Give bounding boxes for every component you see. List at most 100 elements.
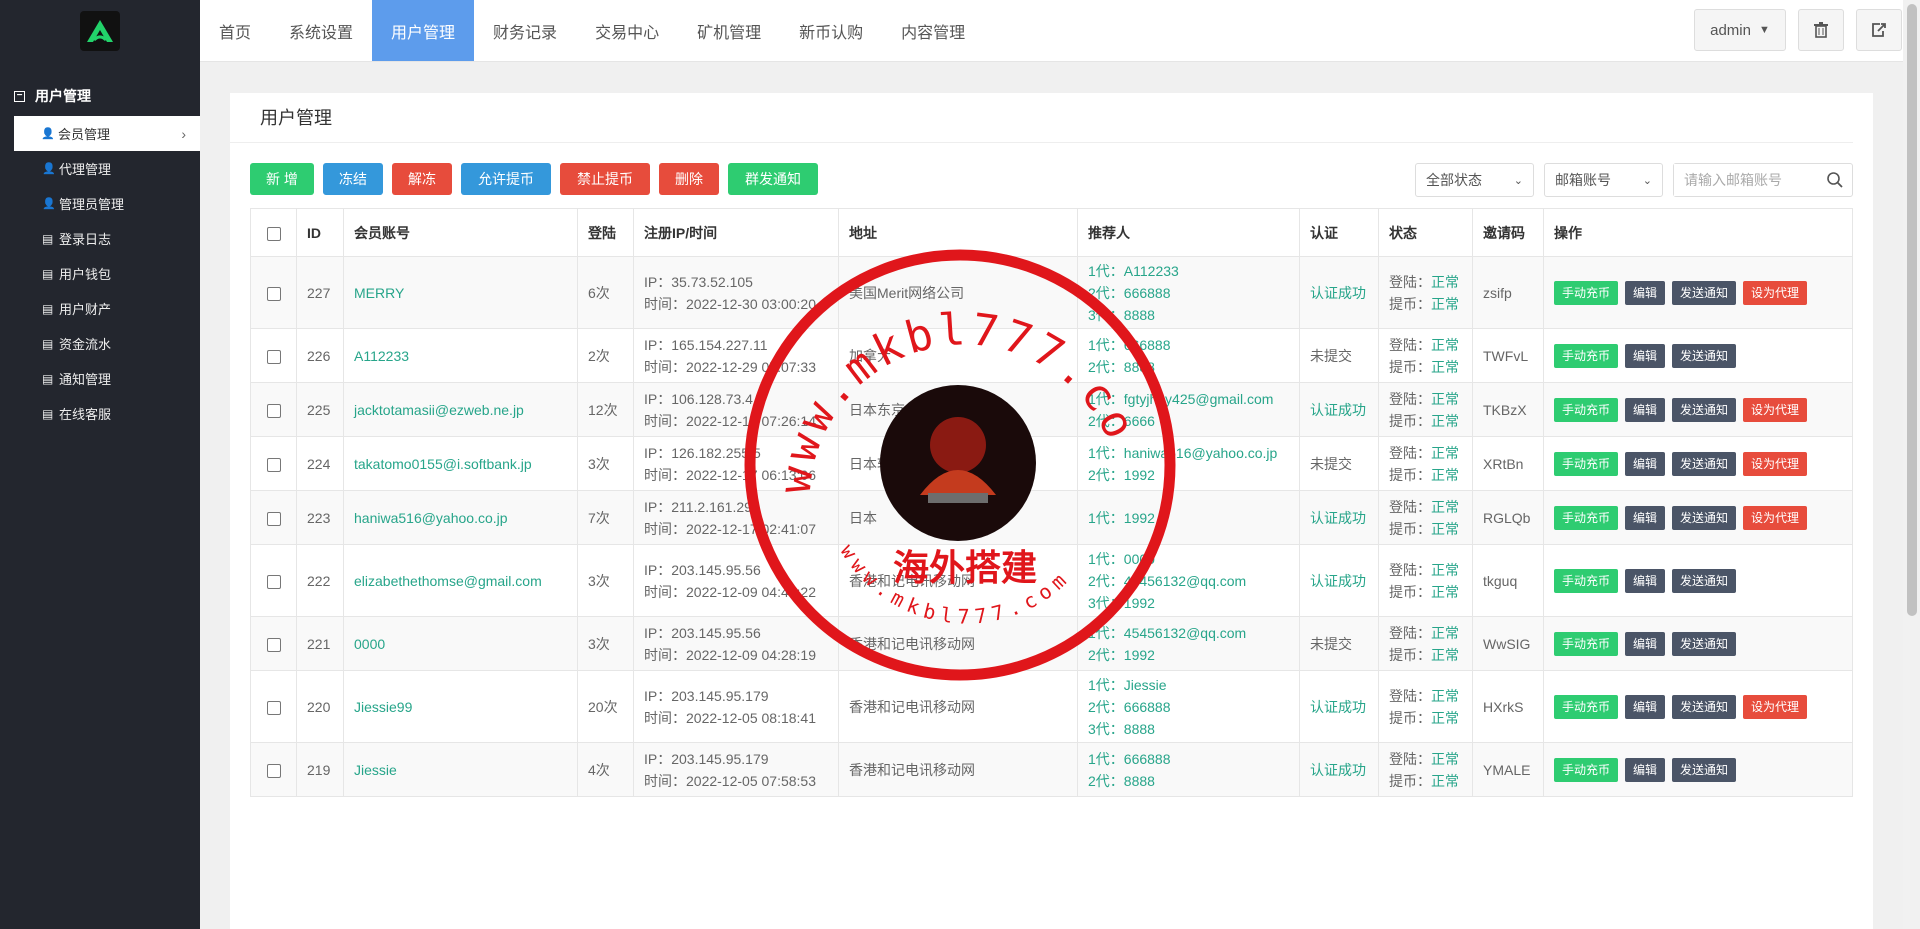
- row-checkbox[interactable]: [266, 763, 281, 778]
- referrer-line[interactable]: 1代：666888: [1088, 748, 1289, 770]
- clear-cache-button[interactable]: [1798, 9, 1844, 51]
- account-link[interactable]: jacktotamasii@ezweb.ne.jp: [354, 402, 524, 418]
- edit-button[interactable]: 编辑: [1625, 397, 1666, 422]
- account-link[interactable]: Jiessie: [354, 762, 397, 778]
- select-all-checkbox[interactable]: [266, 226, 281, 241]
- sidebar-item-5[interactable]: ▤ 用户财产: [0, 291, 200, 326]
- set-agent-button[interactable]: 设为代理: [1743, 280, 1808, 305]
- account-link[interactable]: haniwa516@yahoo.co.jp: [354, 510, 508, 526]
- account-link[interactable]: 0000: [354, 636, 385, 652]
- manual-recharge-button[interactable]: 手动充币: [1554, 397, 1619, 422]
- edit-button[interactable]: 编辑: [1625, 280, 1666, 305]
- send-notice-button[interactable]: 发送通知: [1672, 397, 1737, 422]
- account-link[interactable]: takatomo0155@i.softbank.jp: [354, 456, 532, 472]
- mass-notify-button[interactable]: 群发通知: [728, 163, 818, 195]
- app-logo[interactable]: [80, 11, 120, 51]
- menu-group-title[interactable]: − 用户管理: [0, 84, 200, 108]
- scrollbar-thumb[interactable]: [1907, 4, 1917, 616]
- set-agent-button[interactable]: 设为代理: [1743, 694, 1808, 719]
- account-link[interactable]: MERRY: [354, 285, 404, 301]
- send-notice-button[interactable]: 发送通知: [1672, 505, 1737, 530]
- delete-button[interactable]: 删除: [659, 163, 719, 195]
- referrer-line[interactable]: 2代：1992: [1088, 644, 1289, 666]
- send-notice-button[interactable]: 发送通知: [1672, 280, 1737, 305]
- referrer-line[interactable]: 2代：8888: [1088, 770, 1289, 792]
- manual-recharge-button[interactable]: 手动充币: [1554, 694, 1619, 719]
- referrer-line[interactable]: 1代：0000: [1088, 548, 1289, 570]
- referrer-line[interactable]: 1代：haniwa516@yahoo.co.jp: [1088, 442, 1289, 464]
- send-notice-button[interactable]: 发送通知: [1672, 631, 1737, 656]
- referrer-line[interactable]: 1代：45456132@qq.com: [1088, 622, 1289, 644]
- send-notice-button[interactable]: 发送通知: [1672, 343, 1737, 368]
- manual-recharge-button[interactable]: 手动充币: [1554, 631, 1619, 656]
- referrer-line[interactable]: 2代：45456132@qq.com: [1088, 570, 1289, 592]
- referrer-line[interactable]: 1代：fgtyjhuy425@gmail.com: [1088, 388, 1289, 410]
- sidebar-item-6[interactable]: ▤ 资金流水: [0, 326, 200, 361]
- allow-withdraw-button[interactable]: 允许提币: [461, 163, 551, 195]
- referrer-line[interactable]: 3代：8888: [1088, 718, 1289, 740]
- nav-item-1[interactable]: 系统设置: [270, 0, 372, 61]
- send-notice-button[interactable]: 发送通知: [1672, 568, 1737, 593]
- referrer-line[interactable]: 2代：6666: [1088, 410, 1289, 432]
- referrer-line[interactable]: 2代：666888: [1088, 282, 1289, 304]
- admin-dropdown[interactable]: admin ▼: [1694, 9, 1786, 51]
- manual-recharge-button[interactable]: 手动充币: [1554, 757, 1619, 782]
- set-agent-button[interactable]: 设为代理: [1743, 397, 1808, 422]
- sidebar-item-7[interactable]: ▤ 通知管理: [0, 361, 200, 396]
- edit-button[interactable]: 编辑: [1625, 631, 1666, 656]
- status-select[interactable]: 全部状态 ⌄: [1415, 163, 1534, 197]
- sidebar-item-3[interactable]: ▤ 登录日志: [0, 221, 200, 256]
- manual-recharge-button[interactable]: 手动充币: [1554, 280, 1619, 305]
- edit-button[interactable]: 编辑: [1625, 757, 1666, 782]
- sidebar-item-1[interactable]: 👤 代理管理: [0, 151, 200, 186]
- edit-button[interactable]: 编辑: [1625, 451, 1666, 476]
- sidebar-item-2[interactable]: 👤 管理员管理: [0, 186, 200, 221]
- referrer-line[interactable]: 2代：1992: [1088, 464, 1289, 486]
- referrer-line[interactable]: 2代：666888: [1088, 696, 1289, 718]
- row-checkbox[interactable]: [266, 286, 281, 301]
- referrer-line[interactable]: 2代：8888: [1088, 356, 1289, 378]
- nav-item-4[interactable]: 交易中心: [576, 0, 678, 61]
- referrer-line[interactable]: 3代：1992: [1088, 592, 1289, 614]
- edit-button[interactable]: 编辑: [1625, 505, 1666, 530]
- freeze-button[interactable]: 冻结: [323, 163, 383, 195]
- sidebar-item-8[interactable]: ▤ 在线客服: [0, 396, 200, 431]
- row-checkbox[interactable]: [266, 700, 281, 715]
- sidebar-item-0[interactable]: 👤 会员管理 ›: [14, 116, 200, 151]
- nav-item-7[interactable]: 内容管理: [882, 0, 984, 61]
- row-checkbox[interactable]: [266, 403, 281, 418]
- nav-item-6[interactable]: 新币认购: [780, 0, 882, 61]
- edit-button[interactable]: 编辑: [1625, 694, 1666, 719]
- account-link[interactable]: Jiessie99: [354, 699, 412, 715]
- vertical-scrollbar[interactable]: [1903, 0, 1920, 929]
- unfreeze-button[interactable]: 解冻: [392, 163, 452, 195]
- search-input[interactable]: [1674, 164, 1814, 196]
- referrer-line[interactable]: 1代：A112233: [1088, 260, 1289, 282]
- row-checkbox[interactable]: [266, 574, 281, 589]
- logout-button[interactable]: [1856, 9, 1902, 51]
- nav-item-0[interactable]: 首页: [200, 0, 270, 61]
- row-checkbox[interactable]: [266, 349, 281, 364]
- set-agent-button[interactable]: 设为代理: [1743, 451, 1808, 476]
- manual-recharge-button[interactable]: 手动充币: [1554, 343, 1619, 368]
- nav-item-2[interactable]: 用户管理: [372, 0, 475, 61]
- send-notice-button[interactable]: 发送通知: [1672, 451, 1737, 476]
- send-notice-button[interactable]: 发送通知: [1672, 757, 1737, 782]
- manual-recharge-button[interactable]: 手动充币: [1554, 451, 1619, 476]
- account-link[interactable]: elizabethethomse@gmail.com: [354, 573, 542, 589]
- row-checkbox[interactable]: [266, 511, 281, 526]
- row-checkbox[interactable]: [266, 637, 281, 652]
- send-notice-button[interactable]: 发送通知: [1672, 694, 1737, 719]
- account-link[interactable]: A112233: [354, 348, 409, 364]
- referrer-line[interactable]: 3代：8888: [1088, 304, 1289, 326]
- edit-button[interactable]: 编辑: [1625, 568, 1666, 593]
- search-icon[interactable]: [1826, 171, 1844, 189]
- nav-item-3[interactable]: 财务记录: [474, 0, 576, 61]
- referrer-line[interactable]: 1代：1992: [1088, 507, 1289, 529]
- forbid-withdraw-button[interactable]: 禁止提币: [560, 163, 650, 195]
- row-checkbox[interactable]: [266, 457, 281, 472]
- account-type-select[interactable]: 邮箱账号 ⌄: [1544, 163, 1663, 197]
- sidebar-item-4[interactable]: ▤ 用户钱包: [0, 256, 200, 291]
- edit-button[interactable]: 编辑: [1625, 343, 1666, 368]
- nav-item-5[interactable]: 矿机管理: [678, 0, 780, 61]
